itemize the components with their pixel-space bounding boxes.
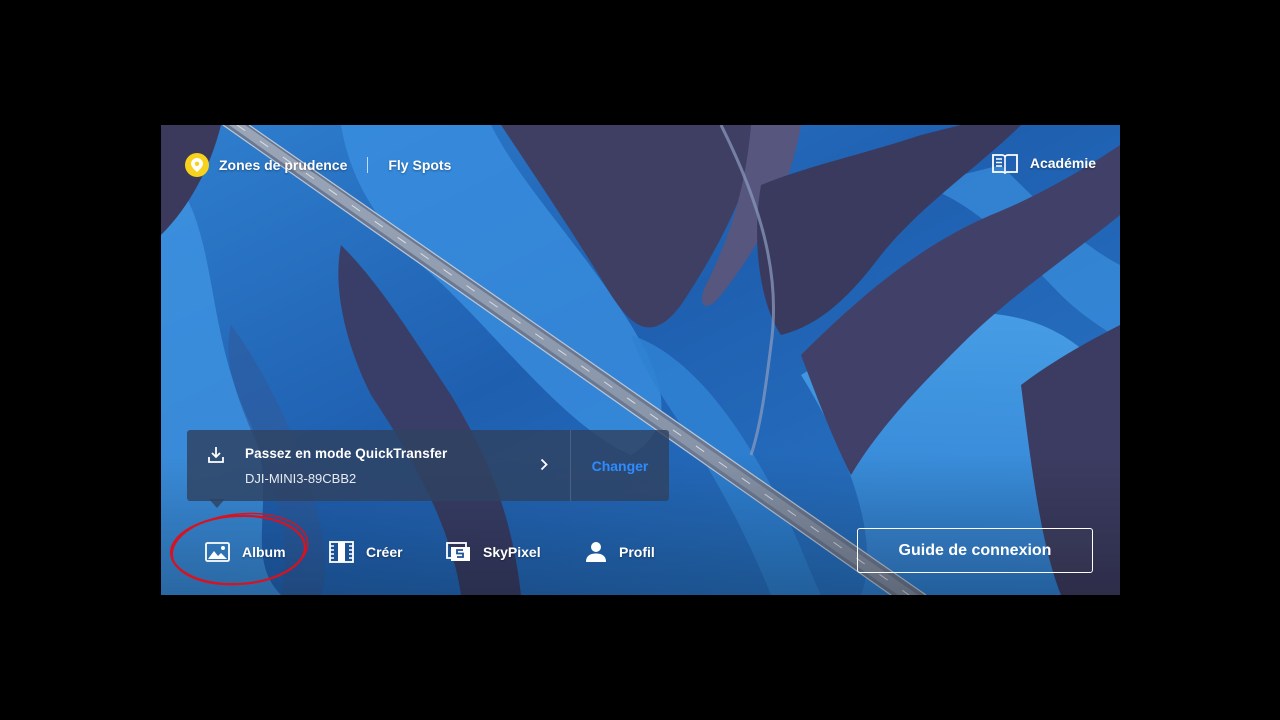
caution-zones-button[interactable]: Zones de prudence (185, 153, 347, 177)
image-icon (205, 542, 230, 562)
nav-album[interactable]: Album (205, 541, 286, 563)
academy-label: Académie (1029, 155, 1096, 171)
quicktransfer-title: Passez en mode QuickTransfer (245, 446, 448, 461)
app-home-screen: Zones de prudence Fly Spots Académie Pas… (161, 125, 1120, 595)
film-icon (329, 541, 354, 563)
drone-device-name: DJI-MINI3-89CBB2 (245, 471, 357, 486)
quicktransfer-card: Passez en mode QuickTransfer DJI-MINI3-8… (187, 430, 669, 508)
connection-guide-button[interactable]: Guide de connexion (857, 528, 1093, 573)
quicktransfer-open[interactable]: Passez en mode QuickTransfer DJI-MINI3-8… (187, 430, 570, 501)
location-pin-icon (185, 153, 209, 177)
fly-spots-button[interactable]: Fly Spots (388, 157, 451, 173)
background-photo (161, 125, 1120, 595)
top-bar-separator (367, 157, 369, 173)
change-button[interactable]: Changer (571, 430, 669, 501)
download-icon (208, 447, 224, 463)
top-left-bar: Zones de prudence Fly Spots (185, 153, 451, 177)
chevron-right-icon (540, 458, 548, 471)
academy-button[interactable]: Académie (991, 152, 1096, 174)
nav-skypixel[interactable]: SkyPixel (446, 541, 541, 563)
nav-profil-label: Profil (619, 544, 655, 560)
caution-zones-label: Zones de prudence (219, 157, 348, 173)
fly-spots-label: Fly Spots (388, 157, 452, 173)
nav-profil[interactable]: Profil (585, 541, 655, 563)
card-pointer (209, 499, 225, 508)
skypixel-icon (446, 542, 470, 561)
user-icon (586, 542, 606, 562)
nav-album-label: Album (242, 544, 286, 560)
nav-skypixel-label: SkyPixel (483, 544, 541, 560)
nav-creer[interactable]: Créer (329, 541, 403, 563)
book-icon (991, 154, 1018, 174)
nav-creer-label: Créer (366, 544, 403, 560)
